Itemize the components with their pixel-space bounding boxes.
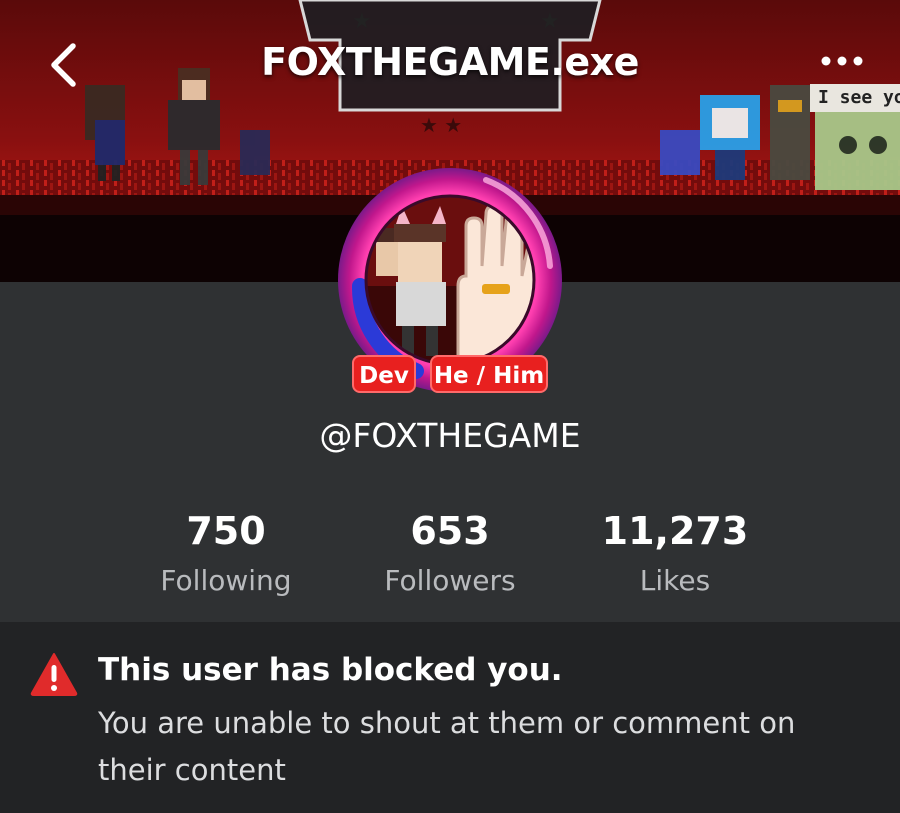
likes-stat: 11,273 Likes [545,505,805,605]
followers-label: Followers [384,564,516,597]
following-count: 750 [186,509,266,553]
back-button[interactable] [40,38,90,92]
notice-title: This user has blocked you. [98,652,563,688]
blocked-notice: This user has blocked you. You are unabl… [0,622,900,813]
likes-label: Likes [639,564,711,597]
following-stat[interactable]: 750 Following [96,505,356,605]
username-handle: @FOXTHEGAME [319,416,581,455]
warning-icon [30,653,78,696]
profile-stats: 750 Following 653 Followers 11,273 Likes [0,505,900,615]
page-title: FOXTHEGAME.exe [261,40,639,84]
notice-body: You are unable to shout at them or comme… [98,706,796,787]
more-dots-icon [821,56,863,66]
pronouns-badge: He / Him [430,355,548,393]
followers-stat[interactable]: 653 Followers [320,505,580,605]
top-bar: FOXTHEGAME.exe I see you [0,0,900,130]
following-label: Following [160,564,292,597]
followers-count: 653 [410,509,490,553]
profile-screen: ★ ★ ★ ★ FOXTHEGAME.exe I see yo Dev He /… [0,0,900,813]
banner-caption: I see you [810,84,900,112]
role-badge: Dev [352,355,416,393]
more-options-button[interactable] [812,44,872,78]
chevron-left-icon [51,43,76,87]
likes-count: 11,273 [601,509,749,553]
